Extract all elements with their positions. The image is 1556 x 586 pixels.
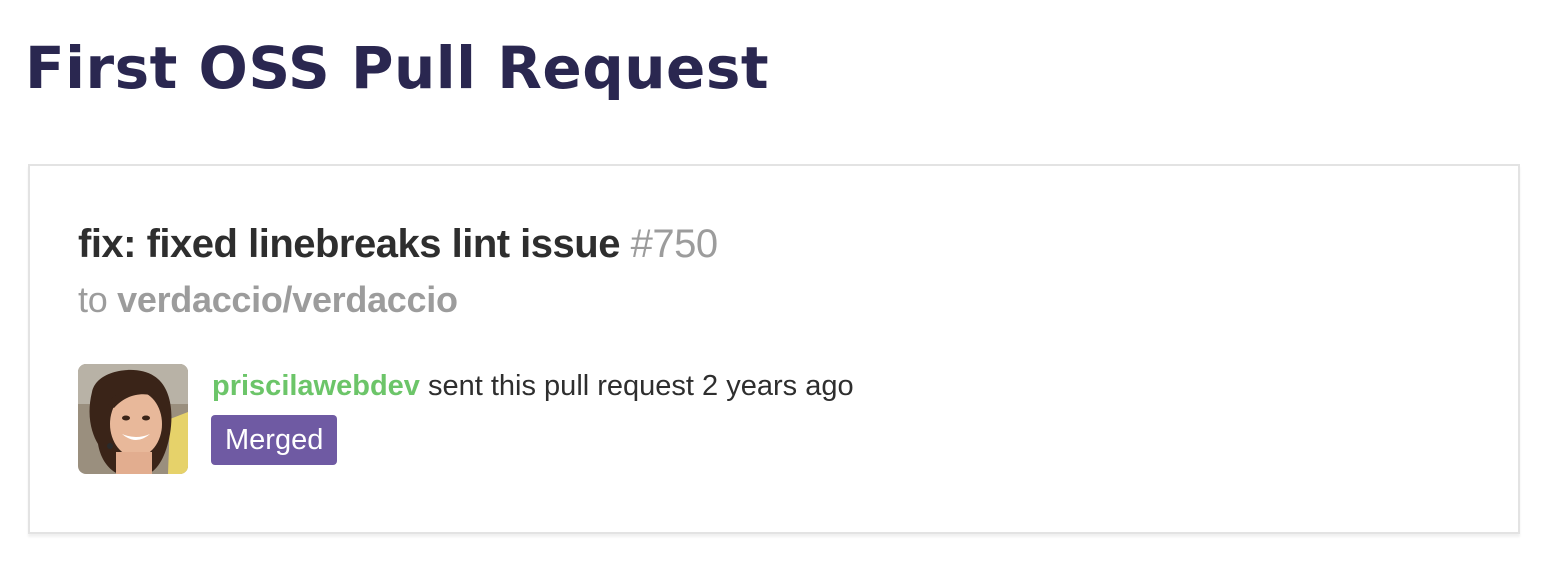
pr-title-row: fix: fixed linebreaks lint issue #750 <box>78 220 718 268</box>
pr-title[interactable]: fix: fixed linebreaks lint issue <box>78 222 620 266</box>
repo-prefix: to <box>78 279 108 320</box>
pull-request-card[interactable]: fix: fixed linebreaks lint issue #750 to… <box>28 164 1520 534</box>
page-title: First OSS Pull Request <box>25 34 770 102</box>
repo-row: to verdaccio/verdaccio <box>78 278 458 322</box>
repo-name[interactable]: verdaccio/verdaccio <box>117 279 458 320</box>
action-text: sent this pull request <box>428 370 694 402</box>
author-username-link[interactable]: priscilawebdev <box>212 370 420 402</box>
pr-number: #750 <box>630 222 718 266</box>
time-ago: 2 years ago <box>702 370 854 402</box>
avatar[interactable] <box>78 364 188 474</box>
user-avatar-photo-icon <box>78 364 188 474</box>
status-badge: Merged <box>211 415 338 465</box>
pr-meta: priscilawebdev sent this pull request 2 … <box>212 366 854 406</box>
